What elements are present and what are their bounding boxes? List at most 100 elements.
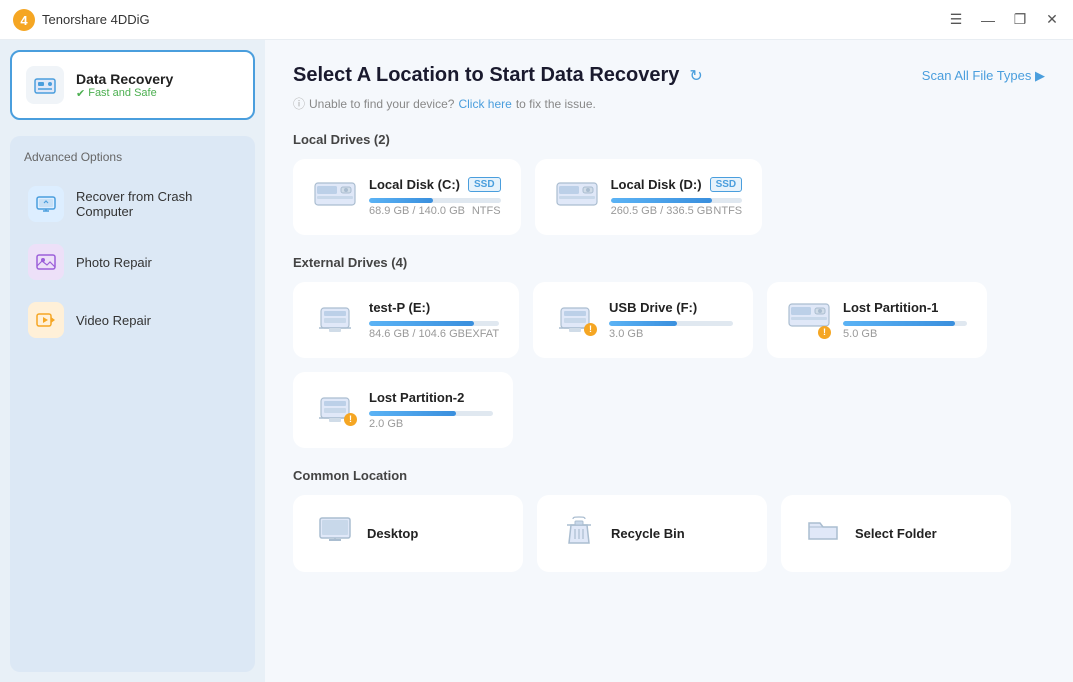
- drive-info: Lost Partition-2 2.0 GB: [369, 390, 493, 430]
- sidebar-data-recovery-label: Data Recovery: [76, 71, 173, 87]
- data-recovery-icon: [26, 66, 64, 104]
- drive-name-row: Lost Partition-2: [369, 390, 493, 405]
- drive-bar: [611, 198, 743, 203]
- app-body: Data Recovery ✔ Fast and Safe Advanced O…: [0, 40, 1073, 682]
- drive-size: 68.9 GB / 140.0 GB: [369, 205, 465, 217]
- external-drive-card-0[interactable]: test-P (E:) 84.6 GB / 104.6 GB EXFAT: [293, 282, 519, 358]
- drive-card-header: Local Disk (C:) SSD 68.9 GB / 140.0 GB N…: [313, 177, 501, 217]
- drive-name: USB Drive (F:): [609, 300, 697, 315]
- common-location-title: Common Location: [293, 468, 1045, 483]
- hint-suffix: to fix the issue.: [516, 97, 596, 111]
- refresh-icon[interactable]: ↻: [689, 66, 702, 86]
- sidebar-item-photo[interactable]: Photo Repair: [20, 234, 245, 290]
- drive-icon: !: [313, 392, 357, 428]
- local-drive-card-1[interactable]: Local Disk (D:) SSD 260.5 GB / 336.5 GB …: [535, 159, 763, 235]
- drive-size: 260.5 GB / 336.5 GB: [611, 205, 713, 217]
- hint-row: ⓘ Unable to find your device? Click here…: [293, 95, 1045, 112]
- photo-label: Photo Repair: [76, 255, 152, 270]
- sidebar-item-crash[interactable]: Recover from Crash Computer: [20, 176, 245, 232]
- sidebar-item-video[interactable]: Video Repair: [20, 292, 245, 348]
- common-card-recycle[interactable]: Recycle Bin: [537, 495, 767, 572]
- drive-info: test-P (E:) 84.6 GB / 104.6 GB EXFAT: [369, 300, 499, 340]
- common-location-grid: Desktop Recycle Bin Select Folder: [293, 495, 1045, 572]
- svg-text:4: 4: [20, 13, 28, 28]
- drive-name: Local Disk (C:): [369, 177, 460, 192]
- photo-icon: [28, 244, 64, 280]
- drive-bar: [369, 321, 499, 326]
- drive-bar-fill: [609, 321, 677, 326]
- drive-size: 5.0 GB: [843, 328, 877, 340]
- hint-text: Unable to find your device?: [309, 97, 454, 111]
- minimize-button[interactable]: —: [979, 11, 997, 29]
- scan-all-button[interactable]: Scan All File Types ▶: [922, 68, 1045, 84]
- folder-label: Select Folder: [855, 526, 937, 541]
- hdd-icon: [313, 179, 357, 215]
- window-controls: ☰ — ❐ ✕: [947, 11, 1061, 29]
- drive-name: Local Disk (D:): [611, 177, 702, 192]
- drive-fs: NTFS: [713, 205, 742, 217]
- check-icon: ✔: [76, 87, 85, 100]
- drive-bar: [843, 321, 967, 326]
- crash-label: Recover from Crash Computer: [76, 189, 237, 219]
- drive-bar: [369, 198, 501, 203]
- drive-meta: 68.9 GB / 140.0 GB NTFS: [369, 205, 501, 217]
- sidebar-data-recovery-text: Data Recovery ✔ Fast and Safe: [76, 71, 173, 100]
- sidebar-data-recovery-sublabel: ✔ Fast and Safe: [76, 87, 173, 100]
- drive-name-row: USB Drive (F:): [609, 300, 733, 315]
- drive-name: Lost Partition-1: [843, 300, 938, 315]
- external-drives-grid: test-P (E:) 84.6 GB / 104.6 GB EXFAT: [293, 282, 1045, 448]
- advanced-options-title: Advanced Options: [20, 150, 245, 164]
- sidebar-data-recovery[interactable]: Data Recovery ✔ Fast and Safe: [10, 50, 255, 120]
- external-drive-card-3[interactable]: ! Lost Partition-2 2.0 GB: [293, 372, 513, 448]
- folder-icon: [805, 517, 841, 550]
- title-bar: 4 Tenorshare 4DDiG ☰ — ❐ ✕: [0, 0, 1073, 40]
- drive-name-row: test-P (E:): [369, 300, 499, 315]
- drive-name: test-P (E:): [369, 300, 430, 315]
- video-label: Video Repair: [76, 313, 151, 328]
- drive-fs: EXFAT: [465, 328, 499, 340]
- drive-meta: 2.0 GB: [369, 418, 493, 430]
- app-logo: 4 Tenorshare 4DDiG: [12, 8, 947, 32]
- drive-card-header: ! USB Drive (F:) 3.0 GB: [553, 300, 733, 340]
- sidebar: Data Recovery ✔ Fast and Safe Advanced O…: [0, 40, 265, 682]
- drive-card-header: test-P (E:) 84.6 GB / 104.6 GB EXFAT: [313, 300, 499, 340]
- drive-meta: 260.5 GB / 336.5 GB NTFS: [611, 205, 743, 217]
- drive-info: USB Drive (F:) 3.0 GB: [609, 300, 733, 340]
- hint-link[interactable]: Click here: [458, 97, 511, 111]
- desktop-label: Desktop: [367, 526, 418, 541]
- drive-card-header: ! Lost Partition-2 2.0 GB: [313, 390, 493, 430]
- page-title-row: Select A Location to Start Data Recovery…: [293, 64, 703, 87]
- drive-size: 3.0 GB: [609, 328, 643, 340]
- desktop-icon: [317, 516, 353, 551]
- advanced-options-section: Advanced Options Recover from Crash Comp…: [10, 136, 255, 672]
- common-card-desktop[interactable]: Desktop: [293, 495, 523, 572]
- external-drive-card-2[interactable]: ! Lost Partition-1 5.0 GB: [767, 282, 987, 358]
- drive-card-header: Local Disk (D:) SSD 260.5 GB / 336.5 GB …: [555, 177, 743, 217]
- drive-bar: [609, 321, 733, 326]
- drive-meta: 5.0 GB: [843, 328, 967, 340]
- app-logo-icon: 4: [12, 8, 36, 32]
- maximize-button[interactable]: ❐: [1011, 11, 1029, 29]
- page-header: Select A Location to Start Data Recovery…: [293, 64, 1045, 87]
- drive-bar: [369, 411, 493, 416]
- hdd-icon: [555, 179, 599, 215]
- local-drives-title: Local Drives (2): [293, 132, 1045, 147]
- drive-badge: SSD: [710, 177, 743, 192]
- main-content: Select A Location to Start Data Recovery…: [265, 40, 1073, 682]
- hint-info-icon: ⓘ: [293, 95, 305, 112]
- common-card-folder[interactable]: Select Folder: [781, 495, 1011, 572]
- menu-button[interactable]: ☰: [947, 11, 965, 29]
- drive-bar-fill: [369, 198, 433, 203]
- drive-icon: !: [553, 302, 597, 338]
- external-drives-title: External Drives (4): [293, 255, 1045, 270]
- drive-meta: 84.6 GB / 104.6 GB EXFAT: [369, 328, 499, 340]
- page-title: Select A Location to Start Data Recovery: [293, 64, 679, 87]
- local-drive-card-0[interactable]: Local Disk (C:) SSD 68.9 GB / 140.0 GB N…: [293, 159, 521, 235]
- close-button[interactable]: ✕: [1043, 11, 1061, 29]
- drive-icon: !: [787, 302, 831, 338]
- drive-bar-fill: [369, 321, 474, 326]
- drive-bar-fill: [843, 321, 955, 326]
- drive-size: 84.6 GB / 104.6 GB: [369, 328, 465, 340]
- external-drive-card-1[interactable]: ! USB Drive (F:) 3.0 GB: [533, 282, 753, 358]
- crash-icon: [28, 186, 64, 222]
